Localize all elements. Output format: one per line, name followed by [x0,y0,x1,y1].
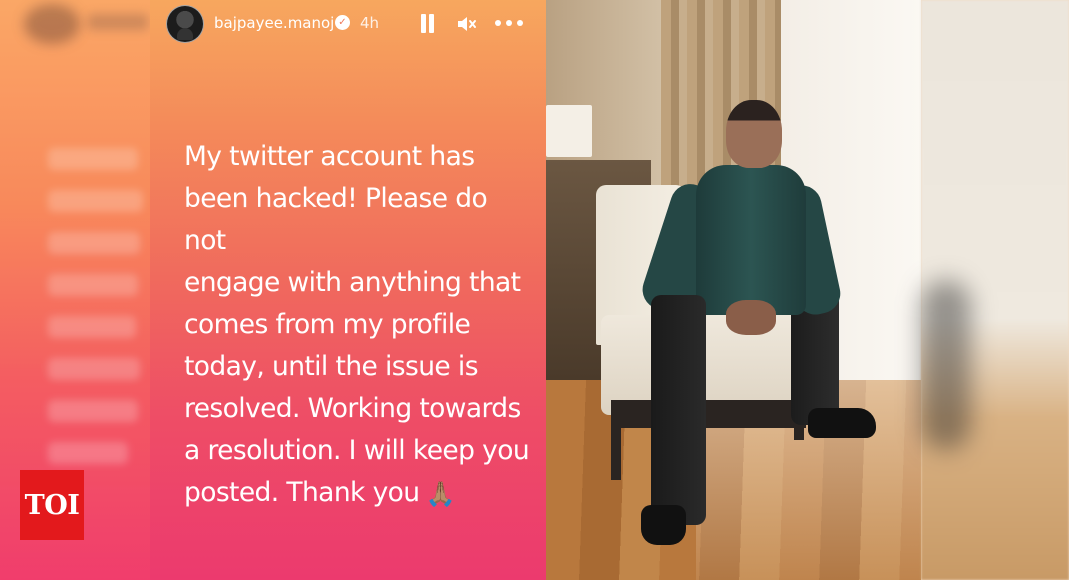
story-photo [546,0,921,580]
blurred-text-line [48,274,138,296]
toi-logo: TOI [20,470,84,540]
pause-icon[interactable] [420,14,434,33]
blurred-text-line [48,358,140,380]
story-username[interactable]: bajpayee.manoj [214,14,334,32]
story-header: bajpayee.manoj ✓ 4h [150,0,546,48]
blurred-text-line [48,316,136,338]
blurred-username [88,14,148,30]
armchair-base [611,400,806,428]
blurred-text-line [48,232,140,254]
person-leg [651,295,706,525]
story-message: My twitter account has been hacked! Plea… [184,136,534,515]
verified-badge-icon: ✓ [335,15,350,30]
blurred-figure [921,280,971,450]
story-timestamp: 4h [360,14,380,32]
instagram-story-card[interactable]: bajpayee.manoj ✓ 4h My twitter account h… [150,0,546,580]
blurred-text-line [48,442,128,464]
person-jacket [696,165,806,315]
person-shoe [808,408,876,438]
person-hands [726,300,776,335]
person-shoe [641,505,686,545]
blurred-text-line [48,400,138,422]
person-head [726,100,782,168]
story-message-text: My twitter account has been hacked! Plea… [184,141,530,508]
folded-hands-icon: 🙏🏽 [425,479,455,508]
lamp [546,105,592,157]
armchair-leg [611,420,621,480]
profile-avatar[interactable] [166,5,204,43]
more-options-icon[interactable] [495,20,525,28]
blurred-avatar [24,4,80,44]
blurred-text-line [48,190,143,212]
blurred-text-line [48,148,138,170]
speaker-muted-icon[interactable] [455,13,477,35]
blurred-background-right [921,0,1069,580]
